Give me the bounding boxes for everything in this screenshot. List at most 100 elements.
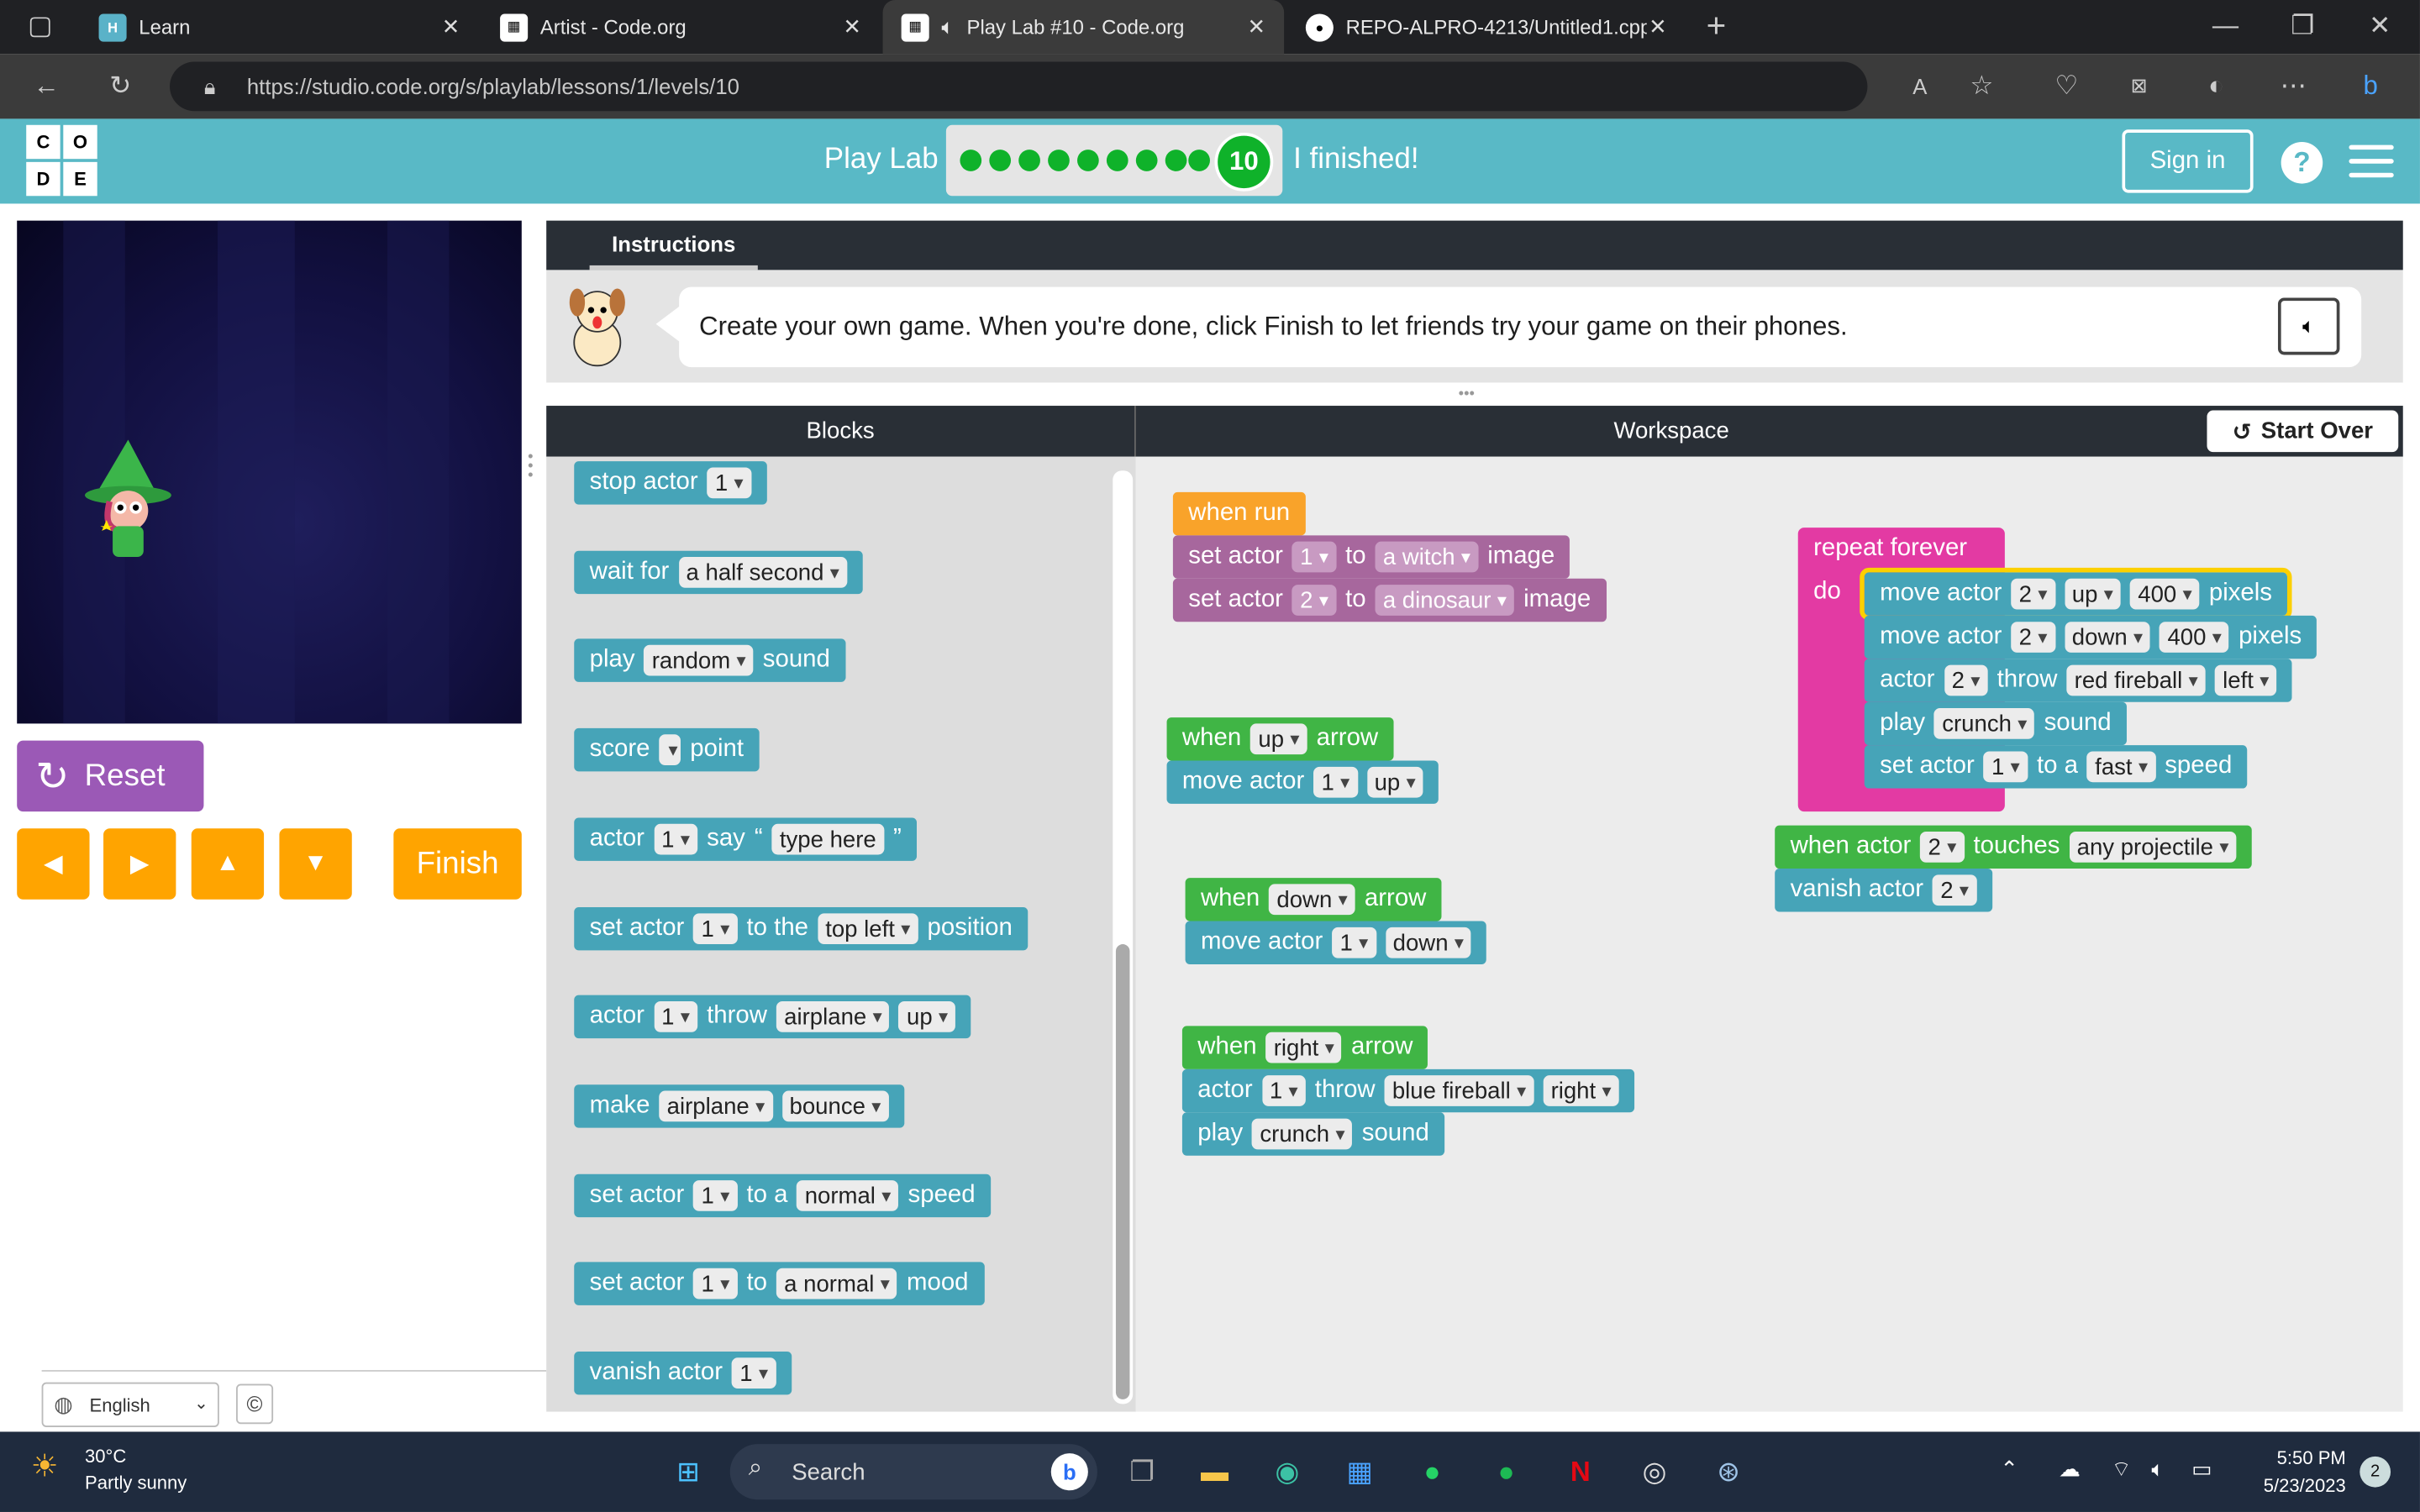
block-dropdown[interactable]: down <box>2064 622 2151 653</box>
block-dropdown[interactable]: red fireball <box>2066 664 2206 696</box>
file-explorer-icon[interactable]: ▬ <box>1186 1444 1242 1499</box>
current-level-badge[interactable]: 10 <box>1214 132 1274 192</box>
left-arrow-button[interactable]: ◀ <box>17 828 90 900</box>
right-arrow-button[interactable]: ▶ <box>103 828 176 900</box>
new-tab-icon[interactable]: + <box>1695 5 1738 48</box>
block-when-run[interactable]: when run <box>1172 491 1306 536</box>
level-dot[interactable] <box>1048 150 1070 171</box>
wifi-icon[interactable]: ⌔ <box>2112 1457 2132 1484</box>
block-dropdown[interactable]: 2 <box>1944 664 1988 696</box>
tab-actions-icon[interactable]: ▢ <box>18 5 61 48</box>
block-throw-right[interactable]: actor 1 throw blue fireball right <box>1181 1068 1635 1113</box>
block-dropdown[interactable]: left <box>2214 664 2277 696</box>
profile-icon[interactable]: ◐ <box>2195 65 2238 108</box>
back-icon[interactable]: ← <box>24 65 67 108</box>
block-when-actor-touches[interactable]: when actor 2 touches any projectile <box>1775 825 2252 869</box>
block-set-position[interactable]: set actor 1 to the top left position <box>574 906 1028 951</box>
block-actor-throw[interactable]: actor 1 throw airplane up <box>574 995 971 1039</box>
block-dropdown[interactable]: top left <box>818 913 918 945</box>
block-move-down[interactable]: move actor 1 down <box>1185 921 1487 964</box>
resize-handle-icon[interactable]: ••• <box>1459 386 1475 402</box>
block-dropdown[interactable]: crunch <box>1934 708 2035 739</box>
spotify-icon[interactable]: ● <box>1479 1444 1534 1499</box>
block-dropdown[interactable]: fast <box>2086 751 2156 783</box>
block-dropdown[interactable]: normal <box>797 1180 899 1211</box>
block-dropdown[interactable]: 2 <box>2011 578 2055 610</box>
block-dropdown[interactable]: up <box>2064 578 2122 610</box>
block-dropdown[interactable]: 1 <box>653 1001 698 1032</box>
block-play-crunch[interactable]: play crunch sound <box>1181 1112 1445 1156</box>
copyright-button[interactable]: © <box>236 1383 274 1425</box>
close-window-icon[interactable]: ✕ <box>2358 5 2401 48</box>
steam-icon[interactable]: ⊛ <box>1701 1444 1756 1499</box>
game-stage[interactable] <box>17 220 522 724</box>
block-dropdown[interactable]: bounce <box>781 1090 889 1122</box>
block-dropdown[interactable]: 1 <box>732 1357 776 1389</box>
level-dot[interactable] <box>1077 150 1099 171</box>
obs-icon[interactable]: ◎ <box>1627 1444 1682 1499</box>
close-icon[interactable]: ✕ <box>1248 14 1266 40</box>
down-arrow-button[interactable]: ▼ <box>279 828 352 900</box>
block-dropdown[interactable]: 2 <box>1933 874 1977 906</box>
block-dropdown[interactable]: 400 <box>2160 622 2230 653</box>
block-dropdown[interactable]: up <box>1366 766 1423 798</box>
task-view-icon[interactable]: ❐ <box>1114 1444 1170 1499</box>
store-icon[interactable]: ▦ <box>1332 1444 1387 1499</box>
volume-icon[interactable]: 🔈︎ <box>2151 1457 2164 1483</box>
bing-icon[interactable]: b <box>2349 65 2391 108</box>
sign-in-button[interactable]: Sign in <box>2122 129 2254 193</box>
block-dropdown[interactable]: up <box>1250 723 1307 755</box>
up-arrow-button[interactable]: ▲ <box>191 828 265 900</box>
block-dropdown[interactable]: 1 <box>693 913 738 945</box>
block-set-image-2[interactable]: set actor 2 to a dinosaur image <box>1172 578 1607 622</box>
block-dropdown[interactable] <box>659 734 681 766</box>
refresh-icon[interactable]: ↻ <box>99 65 142 108</box>
block-move-up[interactable]: move actor 1up <box>1166 760 1439 804</box>
block-dropdown[interactable]: 1 <box>693 1180 738 1211</box>
finished-label[interactable]: I finished! <box>1293 144 1418 177</box>
block-dropdown[interactable]: a dinosaur <box>1375 585 1515 616</box>
close-icon[interactable]: ✕ <box>442 14 460 40</box>
battery-icon[interactable]: ▭ <box>2191 1457 2212 1483</box>
reset-button[interactable]: ↻ Reset <box>17 740 204 812</box>
block-dropdown[interactable]: 1 <box>693 1268 738 1299</box>
maximize-icon[interactable]: ❐ <box>2281 5 2324 48</box>
close-icon[interactable]: ✕ <box>1649 14 1667 40</box>
help-icon[interactable]: ? <box>2281 141 2323 184</box>
lesson-title[interactable]: Play Lab <box>824 144 939 177</box>
block-dropdown[interactable]: 1 <box>707 467 751 499</box>
block-dropdown[interactable]: 2 <box>2011 622 2055 653</box>
block-set-mood[interactable]: set actor 1 to a normal mood <box>574 1262 984 1305</box>
block-dropdown[interactable]: crunch <box>1252 1118 1353 1150</box>
block-set-fast-speed[interactable]: set actor 1 to a fast speed <box>1864 745 2248 789</box>
level-dot[interactable] <box>960 150 982 171</box>
read-aloud-icon[interactable]: A <box>1898 65 1941 108</box>
block-dropdown[interactable]: 400 <box>2130 578 2200 610</box>
favorite-icon[interactable]: ☆ <box>1960 65 2003 108</box>
level-dot[interactable] <box>1188 150 1210 171</box>
tab-github[interactable]: ● REPO-ALPRO-4213/Untitled1.cpp ✕ <box>1287 0 1686 54</box>
block-dropdown[interactable]: 2 <box>1292 585 1337 616</box>
level-dot[interactable] <box>1165 150 1187 171</box>
block-dropdown[interactable]: 1 <box>1983 751 2028 783</box>
close-icon[interactable]: ✕ <box>843 14 861 40</box>
block-dropdown[interactable]: right <box>1265 1032 1342 1063</box>
block-throw-left[interactable]: actor 2 throw red fireballleft <box>1864 659 2292 702</box>
level-dot[interactable] <box>1106 150 1128 171</box>
block-dropdown[interactable]: right <box>1543 1075 1619 1106</box>
scrollbar-thumb[interactable] <box>1115 944 1130 1399</box>
netflix-icon[interactable]: N <box>1553 1444 1608 1499</box>
more-icon[interactable]: ⋯ <box>2272 65 2315 108</box>
edge-icon[interactable]: ◉ <box>1260 1444 1315 1499</box>
block-when-up-arrow[interactable]: whenuparrow <box>1166 717 1394 761</box>
speaker-icon[interactable]: 🔈︎ <box>941 14 954 40</box>
level-dot[interactable] <box>989 150 1012 171</box>
tab-artist[interactable]: ▦ Artist - Code.org ✕ <box>481 0 880 54</box>
tab-play-lab[interactable]: ▦ 🔈︎ Play Lab #10 - Code.org ✕ <box>882 0 1285 55</box>
block-dropdown[interactable]: a half second <box>678 557 848 588</box>
block-text-field[interactable]: type here <box>771 823 884 855</box>
block-dropdown[interactable]: 1 <box>1313 766 1358 798</box>
block-dropdown[interactable]: down <box>1385 927 1472 958</box>
block-dropdown[interactable]: 1 <box>1261 1075 1306 1106</box>
block-play-sound[interactable]: play random sound <box>574 638 846 682</box>
